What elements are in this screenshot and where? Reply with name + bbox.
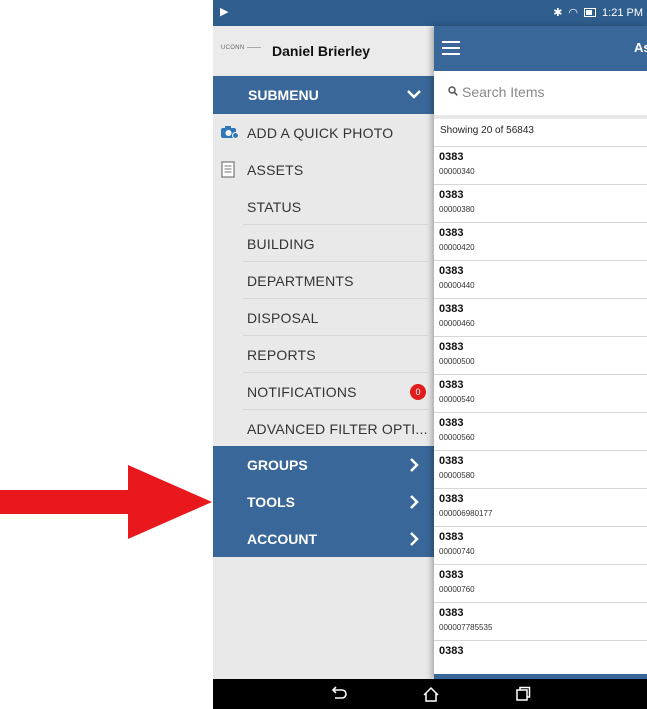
- item-code: 0383: [439, 379, 464, 391]
- recent-apps-icon[interactable]: [515, 686, 531, 702]
- list-item[interactable]: 0383 00000340: [434, 146, 647, 184]
- navigation-drawer: UCONN Daniel Brierley SUBMENU ADD A QUIC…: [213, 26, 434, 679]
- list-item[interactable]: 0383 000007785535: [434, 602, 647, 640]
- item-number: 00000380: [439, 205, 475, 214]
- list-item[interactable]: 0383 00000460: [434, 298, 647, 336]
- search-icon: [448, 86, 458, 96]
- list-item[interactable]: 0383 00000540: [434, 374, 647, 412]
- menu-item-label: DISPOSAL: [247, 310, 319, 326]
- list-item[interactable]: 0383 00000440: [434, 260, 647, 298]
- submenu-header[interactable]: SUBMENU: [213, 76, 434, 114]
- item-number: 00000440: [439, 281, 475, 290]
- list-item[interactable]: 0383 00000580: [434, 450, 647, 488]
- group-label: TOOLS: [247, 494, 295, 510]
- item-code: 0383: [439, 531, 464, 543]
- chevron-right-icon: [410, 458, 419, 472]
- item-code: 0383: [439, 607, 464, 619]
- menu-item-reports[interactable]: REPORTS: [213, 336, 434, 373]
- list-item[interactable]: 0383 000006980177: [434, 488, 647, 526]
- list-item[interactable]: 0383: [434, 640, 647, 678]
- list-item[interactable]: 0383 00000740: [434, 526, 647, 564]
- notification-icon: ▶: [220, 6, 229, 18]
- user-name: Daniel Brierley: [272, 43, 371, 59]
- battery-icon: [584, 8, 597, 17]
- item-code: 0383: [439, 303, 464, 315]
- notification-badge: 0: [410, 384, 426, 400]
- list-item[interactable]: 0383 00000380: [434, 184, 647, 222]
- app-bar-title: As: [634, 40, 647, 55]
- menu-item-assets[interactable]: ASSETS: [213, 151, 434, 188]
- chevron-down-icon: [407, 90, 421, 99]
- menu-item-label: DEPARTMENTS: [247, 273, 354, 289]
- menu-item-disposal[interactable]: DISPOSAL: [213, 299, 434, 336]
- menu-item-label: BUILDING: [247, 236, 315, 252]
- hamburger-menu-icon[interactable]: [442, 41, 460, 55]
- group-item-account[interactable]: ACCOUNT: [213, 520, 434, 557]
- menu-item-label: ADD A QUICK PHOTO: [247, 125, 394, 141]
- app-bar: As: [434, 26, 647, 71]
- item-number: 00000540: [439, 395, 475, 404]
- item-code: 0383: [439, 569, 464, 581]
- document-icon: [221, 161, 235, 178]
- item-code: 0383: [439, 151, 464, 163]
- group-item-groups[interactable]: GROUPS: [213, 446, 434, 483]
- device-screen: ▶ ✱ ◠ 1:21 PM UCONN Daniel Brierley SUBM…: [213, 0, 647, 709]
- back-icon[interactable]: [330, 686, 348, 702]
- menu-item-label: ASSETS: [247, 162, 304, 178]
- bluetooth-icon: ✱: [553, 7, 563, 19]
- list-item[interactable]: 0383 00000560: [434, 412, 647, 450]
- list-item[interactable]: 0383 00000420: [434, 222, 647, 260]
- item-number: 00000740: [439, 547, 475, 556]
- item-number: 00000580: [439, 471, 475, 480]
- profile-header: UCONN Daniel Brierley: [213, 26, 434, 74]
- home-icon[interactable]: [422, 686, 440, 703]
- list-item[interactable]: 0383 00000500: [434, 336, 647, 374]
- item-code: 0383: [439, 493, 464, 505]
- item-number: 00000460: [439, 319, 475, 328]
- item-number: 00000420: [439, 243, 475, 252]
- menu-item-add-quick-photo[interactable]: ADD A QUICK PHOTO: [213, 114, 434, 151]
- wifi-icon: ◠: [568, 7, 579, 19]
- results-count: Showing 20 of 56843: [440, 125, 534, 136]
- camera-icon: [221, 126, 239, 139]
- menu-item-notifications[interactable]: NOTIFICATIONS 0: [213, 373, 434, 410]
- red-arrow-annotation: [0, 465, 212, 539]
- item-number: 00000340: [439, 167, 475, 176]
- asset-list-panel: As Showing 20 of 56843 0383 00000340 0383…: [434, 26, 647, 679]
- menu-item-label: REPORTS: [247, 347, 316, 363]
- group-label: ACCOUNT: [247, 531, 317, 547]
- item-code: 0383: [439, 341, 464, 353]
- item-number: 00000500: [439, 357, 475, 366]
- group-item-tools[interactable]: TOOLS: [213, 483, 434, 520]
- item-number: 000007785535: [439, 623, 493, 632]
- search-bar: [434, 71, 647, 119]
- menu-item-label: ADVANCED FILTER OPTI...: [247, 421, 428, 437]
- item-number: 00000760: [439, 585, 475, 594]
- status-bar: ▶ ✱ ◠ 1:21 PM: [213, 0, 647, 26]
- chevron-right-icon: [410, 532, 419, 546]
- search-input[interactable]: [462, 81, 642, 103]
- list-item[interactable]: 0383 00000760: [434, 564, 647, 602]
- menu-item-label: STATUS: [247, 199, 302, 215]
- group-label: GROUPS: [247, 457, 308, 473]
- item-code: 0383: [439, 645, 464, 657]
- menu-item-advanced-filter-options[interactable]: ADVANCED FILTER OPTI...: [213, 410, 434, 447]
- chevron-right-icon: [410, 495, 419, 509]
- menu-item-building[interactable]: BUILDING: [213, 225, 434, 262]
- menu-item-status[interactable]: STATUS: [213, 188, 434, 225]
- status-time: 1:21 PM: [602, 6, 643, 19]
- submenu-label: SUBMENU: [248, 87, 319, 103]
- item-number: 00000560: [439, 433, 475, 442]
- system-navigation-bar: [213, 679, 647, 709]
- item-number: 000006980177: [439, 509, 493, 518]
- logo: UCONN: [221, 45, 261, 51]
- item-code: 0383: [439, 417, 464, 429]
- item-code: 0383: [439, 189, 464, 201]
- item-code: 0383: [439, 227, 464, 239]
- menu-item-departments[interactable]: DEPARTMENTS: [213, 262, 434, 299]
- menu-item-label: NOTIFICATIONS: [247, 384, 357, 400]
- item-code: 0383: [439, 455, 464, 467]
- item-code: 0383: [439, 265, 464, 277]
